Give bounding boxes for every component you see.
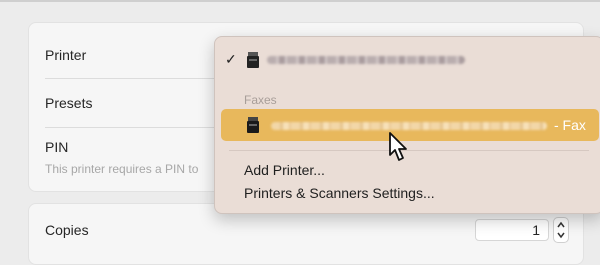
faxes-section-header: Faxes xyxy=(244,93,277,107)
copies-input[interactable]: 1 xyxy=(475,219,549,241)
checkmark-icon: ✓ xyxy=(225,51,237,67)
fax-name-redacted xyxy=(271,122,547,130)
pin-note: This printer requires a PIN to xyxy=(45,162,199,176)
add-printer-item[interactable]: Add Printer... xyxy=(244,162,325,178)
top-divider xyxy=(0,0,600,2)
stepper-icon xyxy=(557,221,565,239)
copies-label: Copies xyxy=(45,222,89,238)
pin-label: PIN xyxy=(45,139,69,155)
printer-icon xyxy=(247,52,259,68)
presets-label: Presets xyxy=(45,95,93,111)
printers-scanners-settings-item[interactable]: Printers & Scanners Settings... xyxy=(244,185,435,201)
printer-name-redacted[interactable] xyxy=(267,56,465,64)
mouse-pointer-icon xyxy=(389,132,407,161)
fax-suffix: - Fax xyxy=(554,117,586,133)
printer-icon xyxy=(247,117,259,133)
copies-stepper[interactable] xyxy=(553,217,569,243)
printer-label: Printer xyxy=(45,47,87,63)
printer-dropdown-menu: ✓ Faxes - Fax Add Printer... Printers & … xyxy=(214,36,600,214)
